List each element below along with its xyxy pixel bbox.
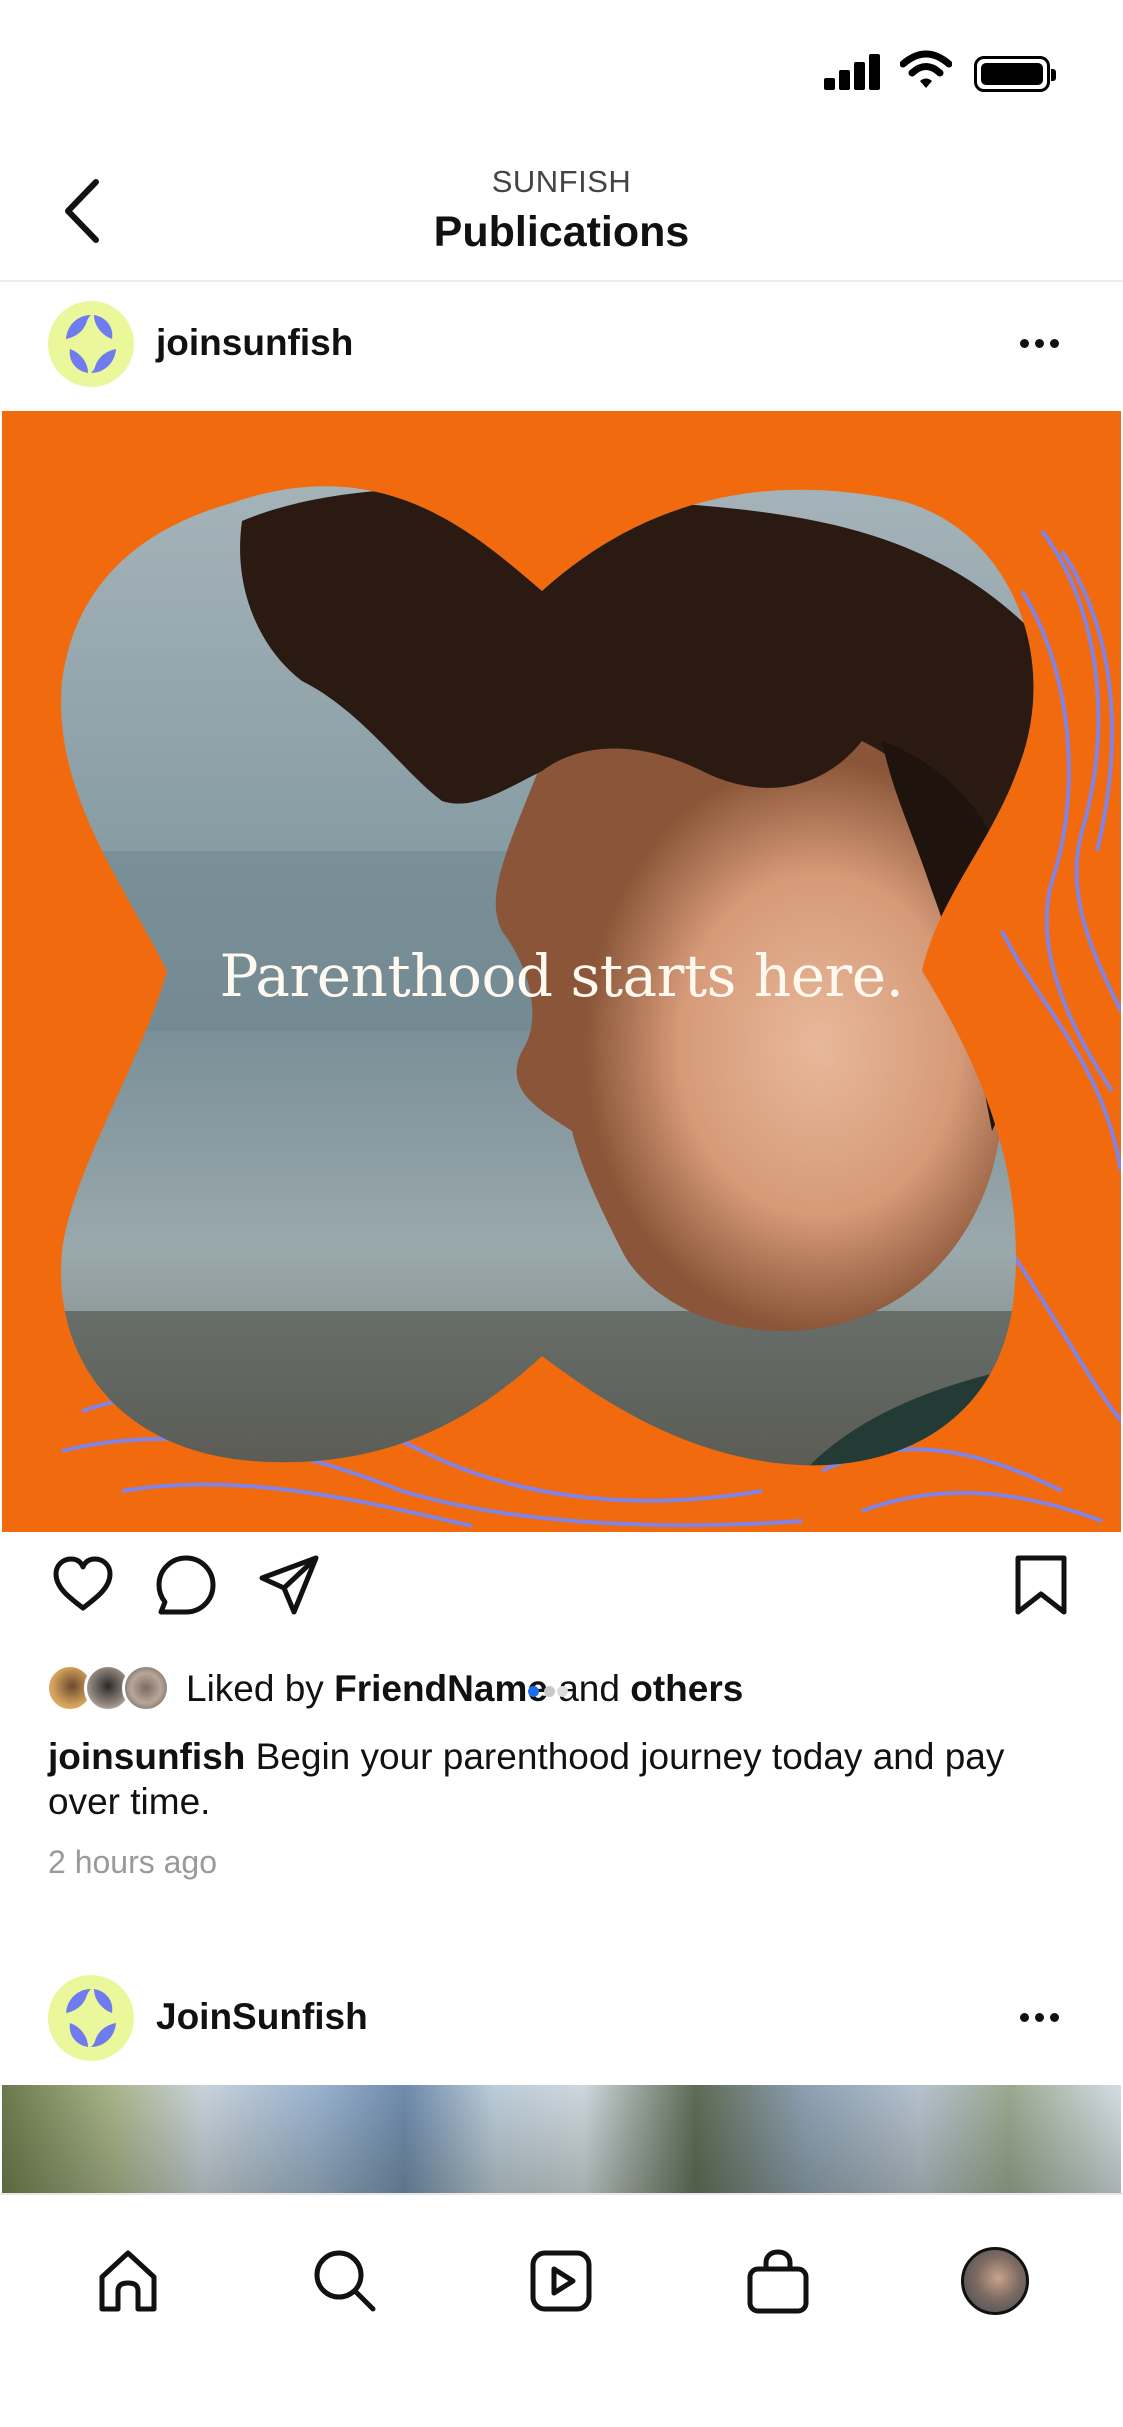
play-icon [530,2250,592,2312]
share-button[interactable] [256,1552,322,1618]
cellular-signal-icon [824,54,882,90]
post-more-button[interactable] [1010,328,1070,358]
liked-by-avatars[interactable] [46,1664,170,1714]
like-button[interactable] [50,1552,116,1618]
header-divider [0,280,1123,282]
battery-icon [974,56,1056,92]
post-caption: joinsunfish Begin your parenthood journe… [48,1734,1078,1824]
bottom-tab-bar [0,2193,1123,2427]
likes-summary[interactable]: Liked by FriendName and others [186,1668,743,1710]
sunfish-logo-icon [66,315,116,373]
comment-button[interactable] [153,1552,219,1618]
post-author-username[interactable]: JoinSunfish [156,1996,368,2038]
search-icon [314,2250,376,2312]
tab-home[interactable] [88,2241,168,2321]
bookmark-icon [1015,1555,1067,1615]
carousel-indicator [528,1686,568,1698]
avatar [122,1664,170,1712]
heart-icon [53,1556,113,1611]
post-author-avatar[interactable] [48,301,134,387]
send-icon [259,1555,319,1615]
post-image-overlay-text: Parenthood starts here. [219,942,904,1010]
caption-username[interactable]: joinsunfish [48,1736,245,1777]
liked-by-friend[interactable]: FriendName [334,1668,548,1709]
status-bar [0,0,1123,140]
post-image[interactable] [2,2085,1121,2193]
page-title: Publications [433,208,690,256]
header-subtitle: SUNFISH [491,164,632,199]
post-author-username[interactable]: joinsunfish [156,322,353,364]
comment-icon [156,1555,216,1615]
likes-prefix: Liked by [186,1668,335,1709]
more-horizontal-icon [1020,339,1029,348]
tab-shop[interactable] [738,2241,818,2321]
profile-avatar [961,2247,1029,2315]
more-horizontal-icon [1020,2013,1029,2022]
shopping-bag-icon [747,2249,809,2314]
tab-search[interactable] [305,2241,385,2321]
sunfish-logo-icon [66,1989,116,2047]
post-more-button[interactable] [1010,2002,1070,2032]
liked-by-others[interactable]: others [630,1668,743,1709]
save-button[interactable] [1008,1552,1074,1618]
wifi-icon [899,50,953,90]
home-icon [99,2250,157,2312]
tab-reels[interactable] [521,2241,601,2321]
post-author-avatar[interactable] [48,1975,134,2061]
post-timestamp: 2 hours ago [48,1844,218,1880]
tab-profile[interactable] [955,2241,1035,2321]
